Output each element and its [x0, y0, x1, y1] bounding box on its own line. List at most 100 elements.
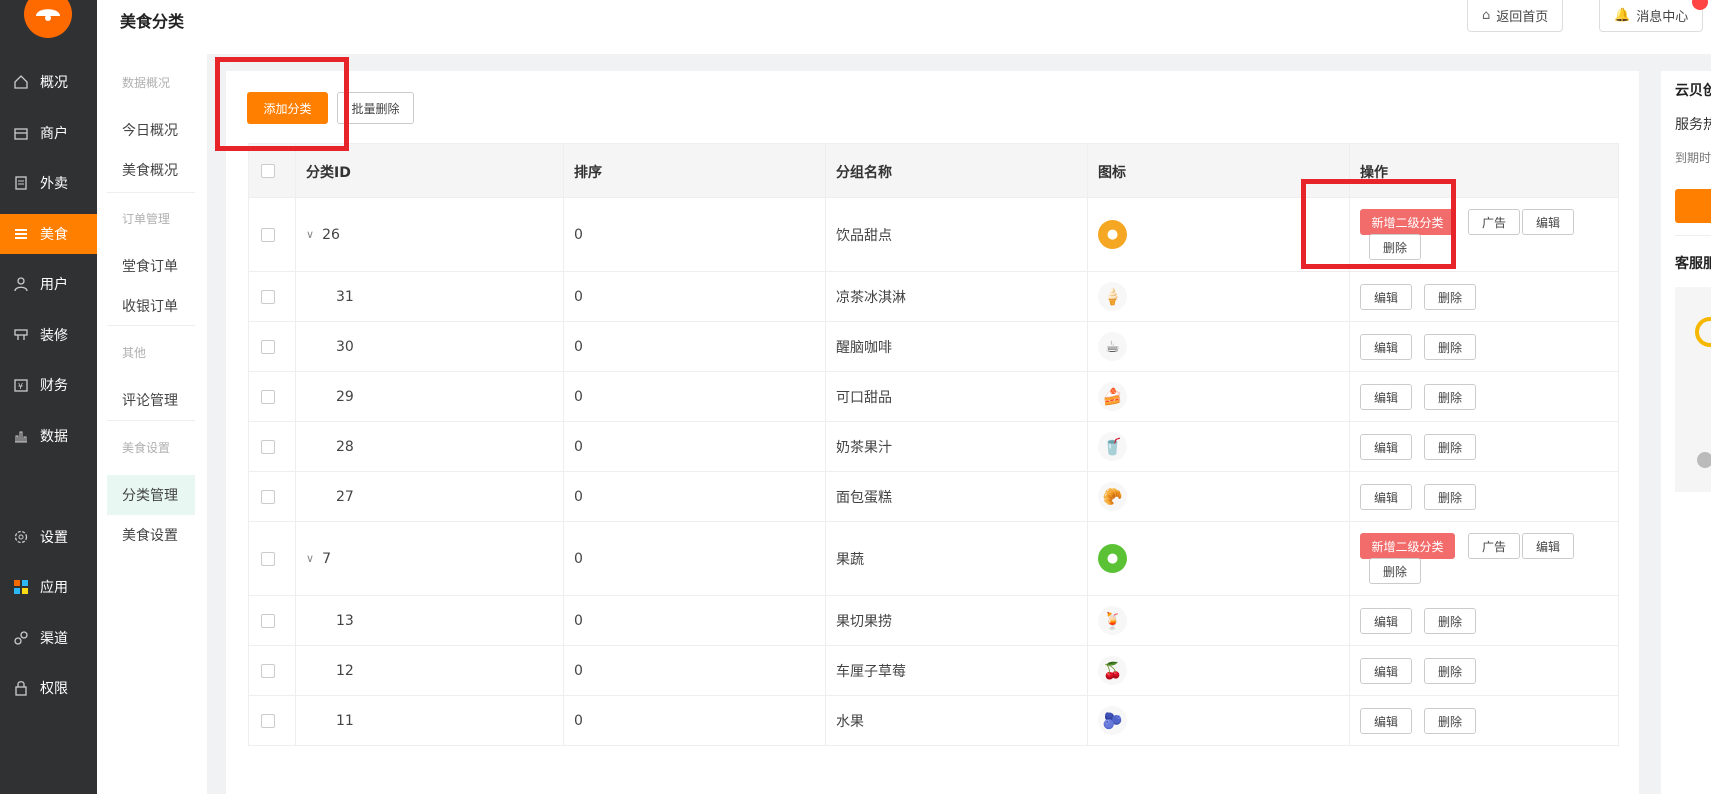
row-id: 31: [336, 288, 354, 305]
subnav-group-orders: 订单管理: [122, 212, 171, 226]
edit-button[interactable]: 编辑: [1360, 484, 1412, 510]
sidebar-item-finance[interactable]: ¥ 财务: [0, 365, 97, 405]
menu-icon: [12, 225, 30, 243]
col-sort-header: 排序: [574, 164, 602, 181]
customer-service-title: 客服服: [1675, 256, 1711, 272]
sidebar-item-data[interactable]: 数据: [0, 416, 97, 456]
row-checkbox[interactable]: [261, 596, 275, 645]
delete-button[interactable]: 删除: [1424, 434, 1476, 460]
table-row: 31 0 凉茶冰淇淋 🍦 编辑 删除: [248, 272, 1619, 322]
delete-button[interactable]: 删除: [1369, 558, 1421, 584]
row-id: 7: [322, 550, 331, 567]
subnav-group-other: 其他: [122, 346, 147, 360]
edit-button[interactable]: 编辑: [1360, 434, 1412, 460]
subnav-item-dine-in[interactable]: 堂食订单: [122, 256, 178, 276]
row-sort: 0: [574, 438, 583, 455]
sidebar-item-label: 装修: [40, 328, 68, 344]
app-logo[interactable]: [24, 0, 72, 38]
message-center-label: 消息中心: [1636, 10, 1689, 25]
row-name: 果蔬: [836, 551, 864, 568]
category-icon: ●: [1098, 544, 1127, 573]
phone-icon: [1697, 452, 1711, 468]
row-checkbox[interactable]: [261, 372, 275, 421]
row-checkbox[interactable]: [261, 272, 275, 321]
delete-button[interactable]: 删除: [1424, 608, 1476, 634]
expand-chevron-icon[interactable]: ∨: [306, 552, 314, 565]
home-button-label: 返回首页: [1496, 10, 1549, 25]
delete-button[interactable]: 删除: [1424, 384, 1476, 410]
row-icon-cell: 🍹: [1098, 596, 1127, 645]
edit-button[interactable]: 编辑: [1360, 658, 1412, 684]
category-icon: ●: [1098, 220, 1127, 249]
delete-button[interactable]: 删除: [1424, 658, 1476, 684]
row-sort: 0: [574, 288, 583, 305]
lock-icon: [12, 679, 30, 697]
expand-chevron-icon[interactable]: ∨: [306, 228, 314, 241]
checkbox-box: [261, 439, 275, 454]
sub-sidebar: 数据概况 今日概况 美食概况 订单管理 堂食订单 收银订单 其他 评论管理 美食…: [97, 54, 207, 794]
fruit-icon: 🫐: [1098, 706, 1127, 735]
edit-button[interactable]: 编辑: [1522, 209, 1574, 235]
row-checkbox[interactable]: [261, 522, 275, 595]
sidebar-item-takeout[interactable]: 外卖: [0, 163, 97, 203]
subnav-group-food-settings: 美食设置: [122, 441, 171, 455]
row-checkbox[interactable]: [261, 472, 275, 521]
sidebar-item-settings[interactable]: 设置: [0, 517, 97, 557]
sidebar-item-food[interactable]: 美食: [0, 214, 97, 254]
subnav-item-today[interactable]: 今日概况: [122, 120, 178, 140]
sidebar-item-channel[interactable]: 渠道: [0, 618, 97, 658]
select-all-checkbox[interactable]: [261, 144, 275, 197]
right-service-panel: 云贝创 服务热 到期时 客服服: [1661, 71, 1711, 794]
delete-button[interactable]: 删除: [1424, 484, 1476, 510]
delete-button[interactable]: 删除: [1424, 334, 1476, 360]
row-checkbox[interactable]: [261, 198, 275, 271]
main-card: 添加分类 批量删除 分类ID 排序 分组名称 图标 操作 ∨ 26 0 饮品甜点 ● 新增…: [215, 57, 1639, 794]
sidebar-item-user[interactable]: 用户: [0, 264, 97, 304]
sidebar-item-label: 应用: [40, 580, 68, 596]
row-sort: 0: [574, 712, 583, 729]
row-checkbox[interactable]: [261, 696, 275, 745]
subnav-item-category[interactable]: 分类管理: [122, 485, 178, 505]
row-name: 醒脑咖啡: [836, 339, 892, 356]
subnav-item-food-settings[interactable]: 美食设置: [122, 525, 178, 545]
edit-button[interactable]: 编辑: [1360, 708, 1412, 734]
sidebar-item-permission[interactable]: 权限: [0, 668, 97, 708]
edit-button[interactable]: 编辑: [1360, 384, 1412, 410]
service-button[interactable]: [1675, 189, 1711, 223]
row-icon-cell: 🥤: [1098, 422, 1127, 471]
subnav-item-cashier[interactable]: 收银订单: [122, 296, 178, 316]
subnav-item-food-overview[interactable]: 美食概况: [122, 160, 178, 180]
coffee-icon: ☕: [1098, 332, 1127, 361]
message-center-button[interactable]: 🔔 消息中心: [1599, 0, 1709, 32]
table-row: 30 0 醒脑咖啡 ☕ 编辑 删除: [248, 322, 1619, 372]
home-button[interactable]: ⌂ 返回首页: [1467, 0, 1564, 32]
row-icon-cell: ●: [1098, 522, 1127, 595]
edit-button[interactable]: 编辑: [1360, 608, 1412, 634]
fruitcup-icon: 🍹: [1098, 606, 1127, 635]
ad-button[interactable]: 广告: [1468, 533, 1520, 559]
chart-icon: [12, 427, 30, 445]
subnav-item-reviews[interactable]: 评论管理: [122, 390, 178, 410]
delete-button[interactable]: 删除: [1424, 708, 1476, 734]
row-checkbox[interactable]: [261, 322, 275, 371]
row-icon-cell: 🍒: [1098, 646, 1127, 695]
sidebar-item-apps[interactable]: 应用: [0, 567, 97, 607]
sidebar-item-overview[interactable]: 概况: [0, 62, 97, 102]
row-checkbox[interactable]: [261, 422, 275, 471]
edit-button[interactable]: 编辑: [1522, 533, 1574, 559]
sidebar-item-decorate[interactable]: 装修: [0, 315, 97, 355]
add-subcategory-button[interactable]: 新增二级分类: [1360, 533, 1455, 559]
ad-button[interactable]: 广告: [1468, 209, 1520, 235]
delete-button[interactable]: 删除: [1424, 284, 1476, 310]
row-id: 27: [336, 488, 354, 505]
row-icon-cell: 🥐: [1098, 472, 1127, 521]
row-id: 26: [322, 226, 340, 243]
table-row: 28 0 奶茶果汁 🥤 编辑 删除: [248, 422, 1619, 472]
edit-button[interactable]: 编辑: [1360, 284, 1412, 310]
row-id: 11: [336, 712, 354, 729]
sidebar-item-merchant[interactable]: 商户: [0, 113, 97, 153]
row-checkbox[interactable]: [261, 646, 275, 695]
service-hotline: 服务热: [1675, 117, 1711, 133]
edit-button[interactable]: 编辑: [1360, 334, 1412, 360]
row-name: 可口甜品: [836, 389, 892, 406]
